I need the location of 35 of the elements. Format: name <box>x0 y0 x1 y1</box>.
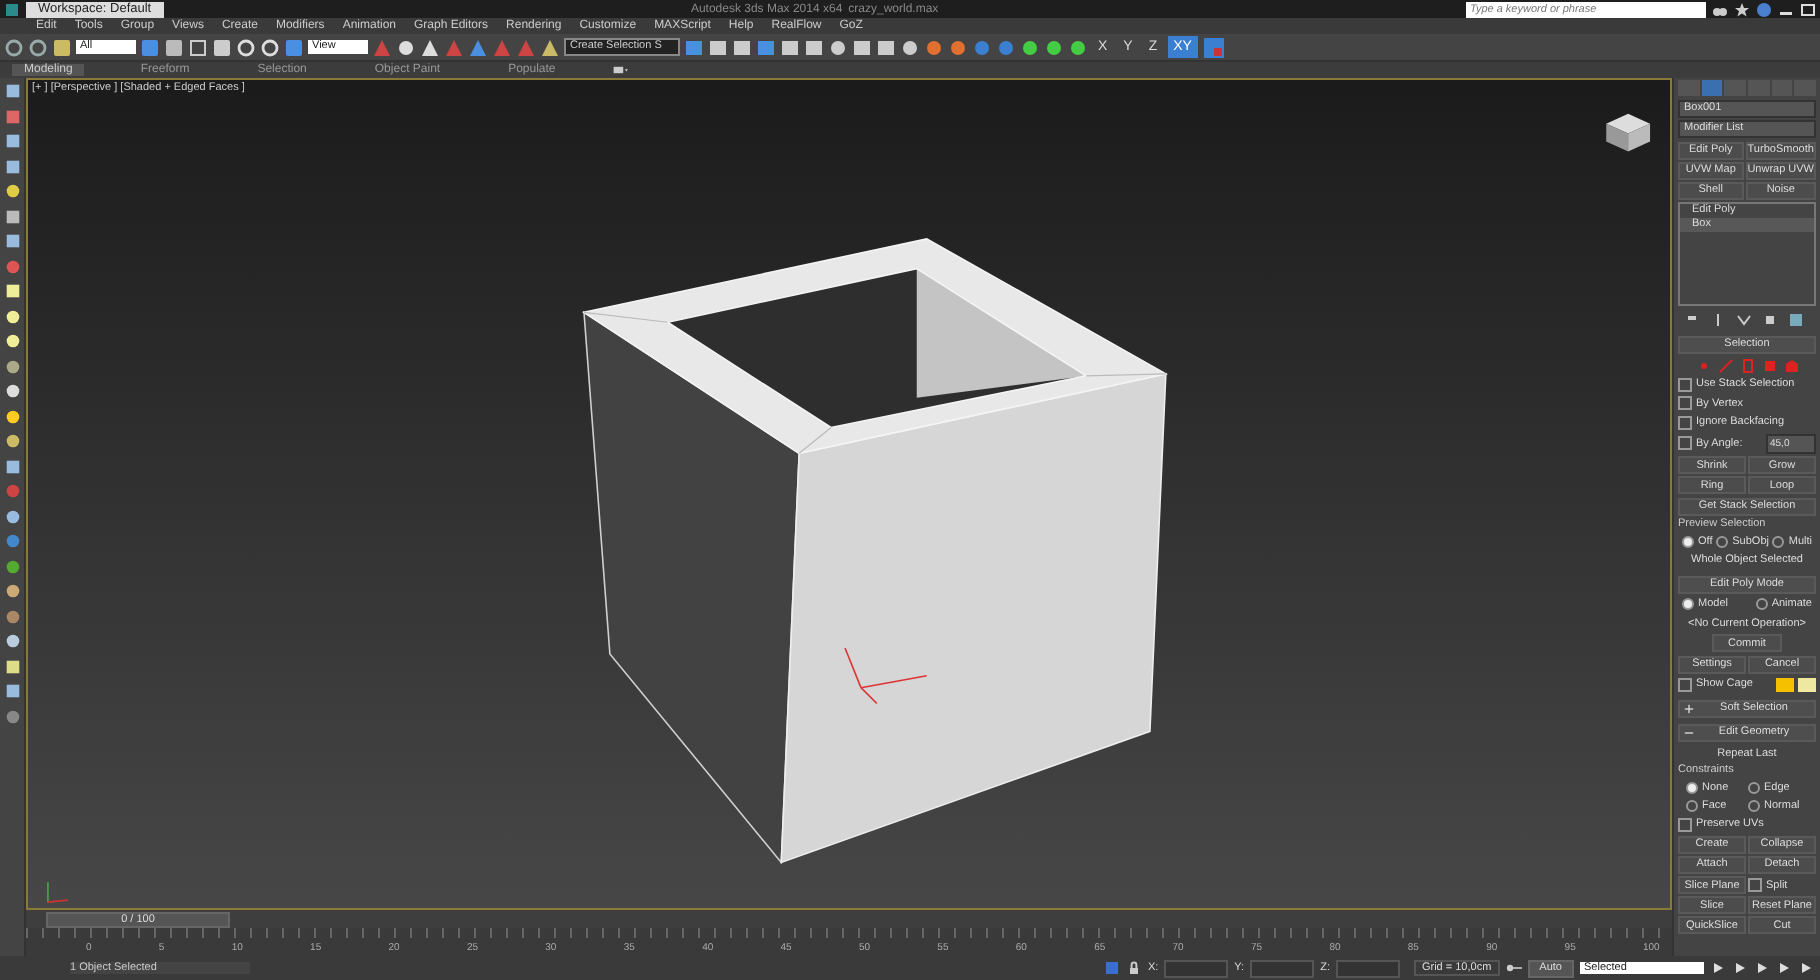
checkbox[interactable] <box>1678 677 1692 691</box>
color-swatch[interactable] <box>1798 677 1816 691</box>
color-swatch[interactable] <box>1776 677 1794 691</box>
expand-icon[interactable] <box>1684 703 1694 713</box>
viewcube-icon[interactable] <box>1606 113 1651 152</box>
collapse-icon[interactable] <box>1684 728 1694 738</box>
restore-icon[interactable] <box>1800 1 1816 17</box>
sphere-icon[interactable] <box>3 632 21 650</box>
radio-button[interactable] <box>1682 598 1694 610</box>
radio-button[interactable] <box>1772 535 1785 547</box>
radio-button[interactable] <box>1748 799 1760 811</box>
sphere-icon[interactable] <box>3 332 21 350</box>
key-icon[interactable] <box>1505 960 1522 976</box>
coordinate-field[interactable] <box>1250 959 1315 977</box>
star-icon[interactable] <box>1734 1 1750 17</box>
checkbox[interactable] <box>1748 878 1762 892</box>
checkbox[interactable] <box>1678 436 1692 450</box>
radio-button[interactable] <box>1686 781 1698 793</box>
coordinate-field[interactable] <box>1164 959 1229 977</box>
rectangle-select-icon[interactable] <box>188 37 208 57</box>
checkbox[interactable] <box>1678 377 1692 391</box>
radio-button[interactable] <box>1682 535 1694 547</box>
radio-button[interactable] <box>1686 799 1698 811</box>
checkbox[interactable] <box>1678 396 1692 410</box>
lock-icon[interactable] <box>1125 960 1142 976</box>
transform-gizmo-icon[interactable] <box>844 647 928 705</box>
ribbon-options-icon[interactable] <box>611 62 628 78</box>
app-logo-icon[interactable] <box>4 1 20 17</box>
radio-button[interactable] <box>1748 781 1760 793</box>
checkbox[interactable] <box>1678 817 1692 831</box>
axis-tripod-icon <box>47 881 69 903</box>
radio-button[interactable] <box>1716 535 1729 547</box>
coordinate-field[interactable] <box>1335 959 1400 977</box>
checkbox[interactable] <box>1678 415 1692 429</box>
radio-button[interactable] <box>1755 598 1768 610</box>
